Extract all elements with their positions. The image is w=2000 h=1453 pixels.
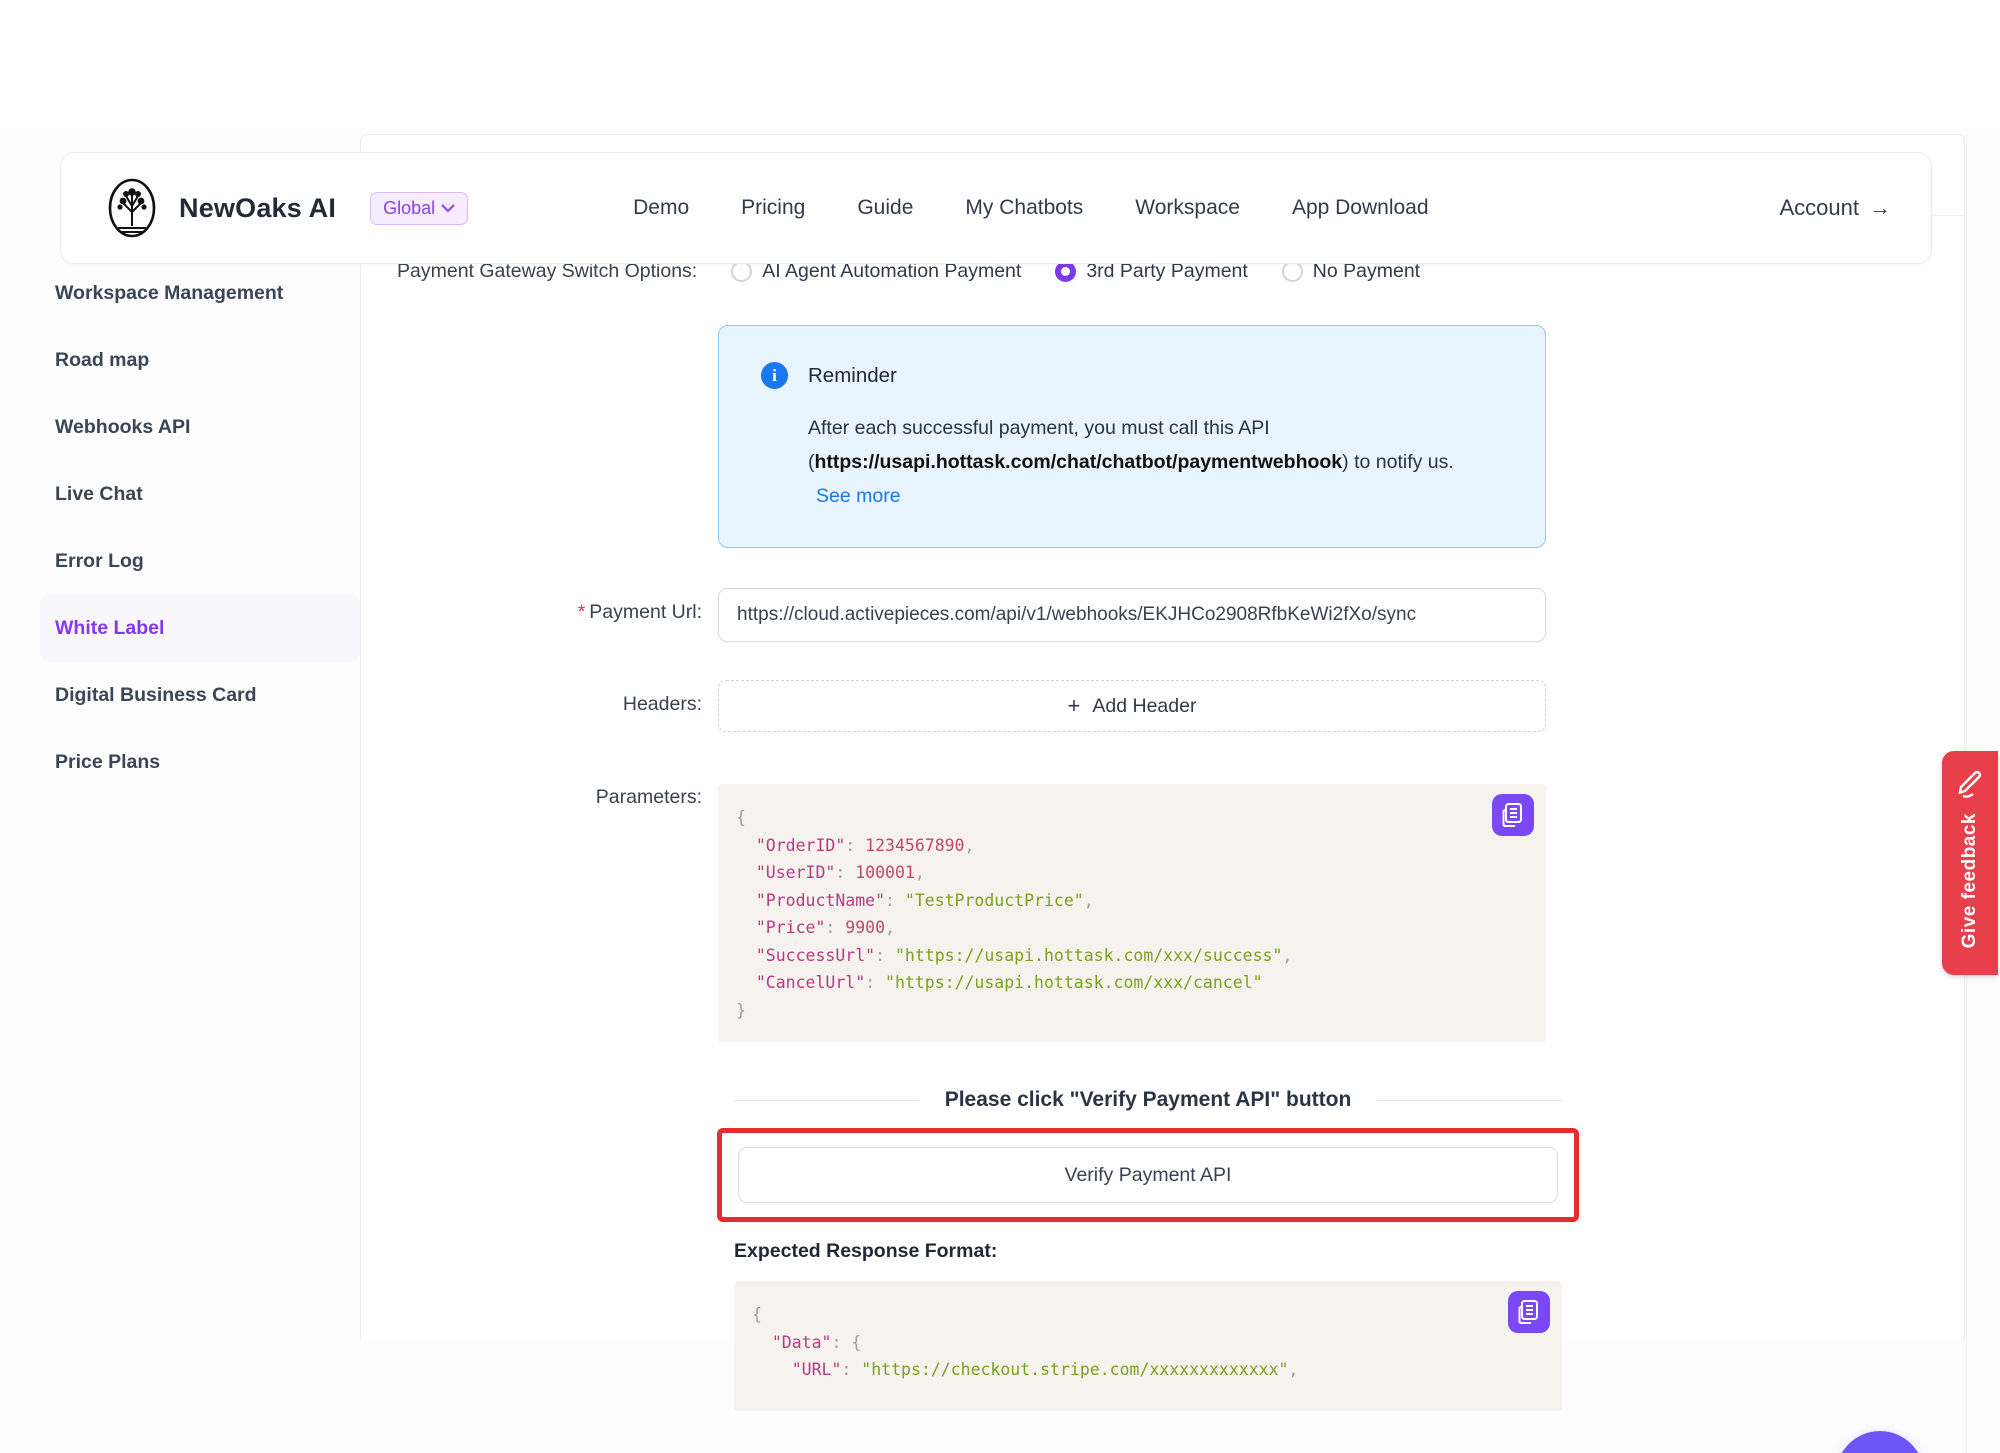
- plus-icon: +: [1068, 693, 1081, 719]
- sidebar-item-workspace-management[interactable]: Workspace Management: [40, 260, 360, 327]
- top-navbar: NewOaks AI Global Demo Pricing Guide My …: [60, 152, 1932, 264]
- nav-demo[interactable]: Demo: [633, 196, 689, 220]
- account-label: Account: [1780, 195, 1860, 221]
- parameters-code-block: { "OrderID": 1234567890, "UserID": 10000…: [718, 784, 1546, 1042]
- reminder-alert: i Reminder After each successful payment…: [718, 325, 1546, 548]
- sidebar-item-white-label[interactable]: White Label: [40, 595, 360, 662]
- reminder-title: Reminder: [808, 364, 897, 388]
- payment-url-input[interactable]: [718, 588, 1546, 642]
- add-header-button[interactable]: + Add Header: [718, 680, 1546, 732]
- parameters-label: Parameters:: [361, 784, 718, 1042]
- sidebar-item-digital-business-card[interactable]: Digital Business Card: [40, 662, 360, 729]
- pencil-icon: [1955, 767, 1985, 799]
- sidebar-item-webhooks-api[interactable]: Webhooks API: [40, 394, 360, 461]
- headers-label: Headers:: [361, 680, 718, 732]
- reminder-row: i Reminder After each successful payment…: [361, 283, 1964, 548]
- payment-url-label: *Payment Url:: [361, 588, 718, 642]
- verify-hint-text: Please click "Verify Payment API" button: [945, 1088, 1352, 1112]
- chat-widget-button[interactable]: [1836, 1431, 1924, 1453]
- newoaks-tree-logo-icon: [101, 175, 163, 241]
- nav-workspace[interactable]: Workspace: [1135, 196, 1240, 220]
- radio-circle-icon: [1282, 261, 1303, 282]
- verify-hint-divider: Please click "Verify Payment API" button: [734, 1088, 1562, 1112]
- nav-guide[interactable]: Guide: [857, 196, 913, 220]
- copy-icon[interactable]: [1508, 1291, 1550, 1333]
- payment-webhook-url: https://usapi.hottask.com/chat/chatbot/p…: [815, 451, 1343, 473]
- nav-links: Demo Pricing Guide My Chatbots Workspace…: [633, 196, 1428, 220]
- arrow-right-icon: →: [1869, 195, 1891, 221]
- expected-response-code-block: { "Data": { "URL": "https://checkout.str…: [734, 1281, 1562, 1411]
- give-feedback-tab[interactable]: Give feedback: [1942, 751, 1998, 975]
- headers-row: Headers: + Add Header: [361, 680, 1964, 732]
- brand-name: NewOaks AI: [179, 193, 336, 224]
- page: NewOaks AI Global Demo Pricing Guide My …: [0, 134, 2000, 1453]
- sidebar-item-price-plans[interactable]: Price Plans: [40, 729, 360, 796]
- chevron-down-icon: [441, 204, 455, 213]
- radio-circle-icon: [731, 261, 752, 282]
- see-more-link[interactable]: See more: [816, 485, 901, 507]
- red-highlight-annotation: Verify Payment API: [717, 1128, 1579, 1222]
- payment-settings-card: Payment Settings Payment Gateway Switch …: [360, 134, 1965, 1341]
- account-link[interactable]: Account →: [1780, 195, 1892, 221]
- radio-selected-icon: [1055, 261, 1076, 282]
- verify-payment-api-button[interactable]: Verify Payment API: [738, 1147, 1558, 1203]
- sidebar-item-live-chat[interactable]: Live Chat: [40, 461, 360, 528]
- brand: NewOaks AI Global: [101, 175, 468, 241]
- copy-icon[interactable]: [1492, 794, 1534, 836]
- nav-my-chatbots[interactable]: My Chatbots: [965, 196, 1083, 220]
- parameters-row: Parameters: { "OrderID": 1234567890,: [361, 784, 1964, 1042]
- nav-app-download[interactable]: App Download: [1292, 196, 1429, 220]
- sidebar-item-error-log[interactable]: Error Log: [40, 528, 360, 595]
- sidebar: Workspace Management Road map Webhooks A…: [0, 134, 360, 1219]
- card-body: Payment Gateway Switch Options: AI Agent…: [361, 260, 1964, 1411]
- region-selector[interactable]: Global: [370, 192, 468, 225]
- reminder-text: After each successful payment, you must …: [808, 411, 1468, 513]
- sidebar-item-road-map[interactable]: Road map: [40, 327, 360, 394]
- verify-section: Please click "Verify Payment API" button…: [734, 1088, 1562, 1411]
- main-layout: Workspace Management Road map Webhooks A…: [0, 134, 2000, 1219]
- region-label: Global: [383, 198, 435, 219]
- info-icon: i: [761, 362, 788, 389]
- nav-pricing[interactable]: Pricing: [741, 196, 805, 220]
- give-feedback-label: Give feedback: [1959, 813, 1981, 948]
- required-asterisk: *: [578, 601, 586, 623]
- payment-url-row: *Payment Url:: [361, 588, 1964, 642]
- expected-response-format-label: Expected Response Format:: [734, 1240, 1562, 1263]
